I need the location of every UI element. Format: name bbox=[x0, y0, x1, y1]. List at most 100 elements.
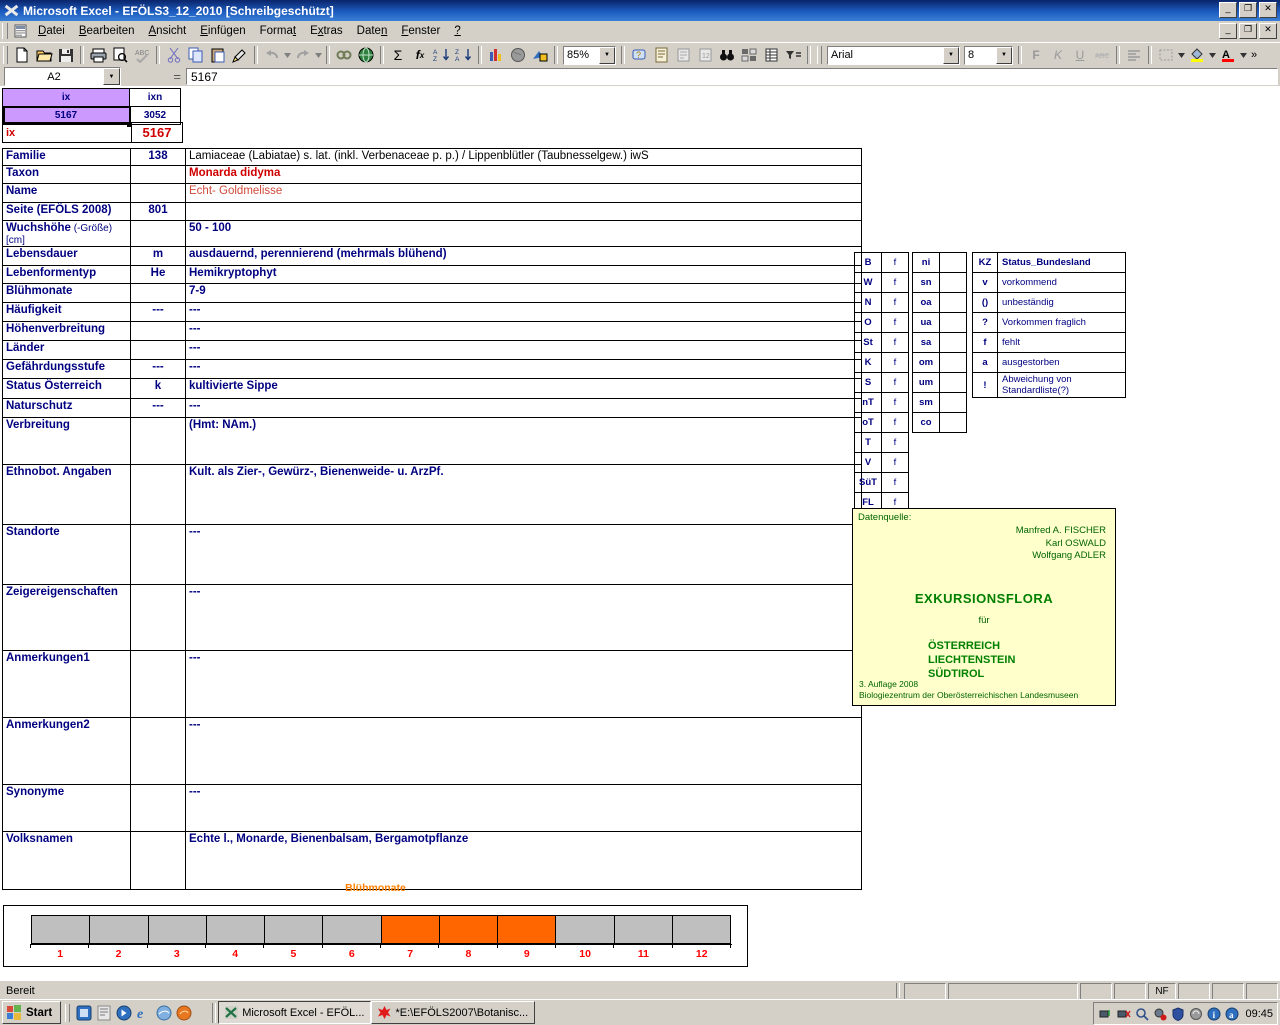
legend-code[interactable]: ! bbox=[972, 372, 998, 398]
fill-color-icon[interactable] bbox=[1186, 45, 1208, 66]
form-icon[interactable] bbox=[672, 45, 694, 66]
legend-code[interactable]: nT bbox=[854, 392, 882, 413]
taskbar-button-excel[interactable]: Microsoft Excel - EFÖL... bbox=[218, 1001, 372, 1024]
internet-explorer-icon[interactable]: e bbox=[134, 1003, 154, 1023]
row-label[interactable]: Name bbox=[2, 183, 131, 203]
legend-code[interactable]: V bbox=[854, 452, 882, 473]
legend-description[interactable]: Abweichung von Standardliste(?) bbox=[997, 372, 1126, 398]
undo-dropdown-icon[interactable] bbox=[283, 45, 292, 66]
info-icon[interactable]: i bbox=[1206, 1006, 1221, 1021]
row-label[interactable]: Verbreitung bbox=[2, 417, 131, 465]
row-code[interactable] bbox=[130, 717, 186, 785]
row-value[interactable] bbox=[185, 202, 862, 221]
media-player-icon[interactable] bbox=[94, 1003, 114, 1023]
row-value[interactable]: --- bbox=[185, 398, 862, 418]
legend-value[interactable]: f bbox=[881, 392, 909, 413]
row-value[interactable]: --- bbox=[185, 359, 862, 379]
row-code[interactable] bbox=[130, 165, 186, 184]
sort-descending-icon[interactable]: ZA bbox=[453, 45, 475, 66]
row-code[interactable] bbox=[130, 650, 186, 718]
legend-value[interactable]: f bbox=[881, 452, 909, 473]
row-value[interactable]: 7-9 bbox=[185, 283, 862, 303]
row-label[interactable]: Lebenformentyp bbox=[2, 265, 131, 284]
worksheet-canvas[interactable]: ix ixn 5167 3052 ix 5167 Familie 138 Lami bbox=[0, 86, 1280, 980]
legend-code[interactable]: SüT bbox=[854, 472, 882, 493]
list-icon[interactable] bbox=[650, 45, 672, 66]
legend-description[interactable]: unbeständig bbox=[997, 292, 1126, 313]
row-value[interactable]: --- bbox=[185, 340, 862, 360]
font-size-combo[interactable]: 8 ▼ bbox=[964, 45, 1013, 65]
legend-code[interactable]: sn bbox=[912, 272, 940, 293]
legend-value[interactable]: f bbox=[881, 252, 909, 273]
row-label[interactable]: Taxon bbox=[2, 165, 131, 184]
legend-code[interactable]: f bbox=[972, 332, 998, 353]
row-value[interactable]: Monarda didyma bbox=[185, 165, 862, 184]
office-assistant-icon[interactable]: ? bbox=[628, 45, 650, 66]
legend-description[interactable]: ausgestorben bbox=[997, 352, 1126, 373]
volume-icon[interactable] bbox=[1188, 1006, 1203, 1021]
print-preview-icon[interactable] bbox=[109, 45, 131, 66]
print-icon[interactable] bbox=[87, 45, 109, 66]
redo-icon[interactable] bbox=[292, 45, 314, 66]
row-label[interactable]: Blühmonate bbox=[2, 283, 131, 303]
font-size-dropdown-icon[interactable]: ▼ bbox=[996, 46, 1012, 64]
row-label[interactable]: Status Österreich bbox=[2, 378, 131, 399]
row-label[interactable]: Synonyme bbox=[2, 784, 131, 832]
legend-value[interactable] bbox=[939, 292, 967, 313]
new-document-icon[interactable] bbox=[11, 45, 33, 66]
taskbar-button-app[interactable]: *E:\EFÖLS2007\Botanisc... bbox=[371, 1001, 536, 1024]
network-disconnected-icon[interactable] bbox=[1116, 1006, 1131, 1021]
menu-item-bearbeiten[interactable]: Bearbeiten bbox=[72, 23, 142, 39]
row-value[interactable]: --- bbox=[185, 302, 862, 322]
legend-code[interactable]: B bbox=[854, 252, 882, 273]
format-painter-icon[interactable] bbox=[229, 45, 251, 66]
row-label[interactable]: Standorte bbox=[2, 524, 131, 585]
sort-ascending-icon[interactable]: AZ bbox=[431, 45, 453, 66]
row-value[interactable]: ausdauernd, perennierend (mehrmals blühe… bbox=[185, 246, 862, 266]
doc-close-button[interactable]: ✕ bbox=[1259, 23, 1277, 39]
zoom-dropdown-icon[interactable]: ▼ bbox=[599, 46, 615, 64]
legend-code[interactable]: T bbox=[854, 432, 882, 453]
legend-code[interactable]: v bbox=[972, 272, 998, 293]
row-value[interactable]: Lamiaceae (Labiatae) s. lat. (inkl. Verb… bbox=[185, 148, 862, 166]
row-value[interactable]: --- bbox=[185, 784, 862, 832]
menu-item-einfuegen[interactable]: Einfügen bbox=[193, 23, 252, 39]
legend-code[interactable]: om bbox=[912, 352, 940, 373]
name-box-dropdown-icon[interactable]: ▼ bbox=[103, 68, 120, 85]
legend-code[interactable]: S bbox=[854, 372, 882, 393]
paste-icon[interactable] bbox=[207, 45, 229, 66]
row-code[interactable] bbox=[130, 584, 186, 651]
row-code[interactable] bbox=[130, 283, 186, 303]
firefox-icon[interactable] bbox=[174, 1003, 194, 1023]
search-icon[interactable] bbox=[1134, 1006, 1149, 1021]
legend-code[interactable]: sm bbox=[912, 392, 940, 413]
row-value[interactable]: --- bbox=[185, 321, 862, 341]
row-label[interactable]: Anmerkungen2 bbox=[2, 717, 131, 785]
menu-grip[interactable] bbox=[2, 23, 8, 39]
save-disk-icon[interactable] bbox=[55, 45, 77, 66]
row-code[interactable] bbox=[130, 417, 186, 465]
restore-button[interactable]: ❐ bbox=[1239, 2, 1257, 18]
legend-code[interactable]: ni bbox=[912, 252, 940, 273]
row-code[interactable] bbox=[130, 784, 186, 832]
borders-icon[interactable] bbox=[1155, 45, 1177, 66]
legend-value[interactable]: f bbox=[881, 432, 909, 453]
name-box[interactable]: A2 ▼ bbox=[4, 67, 121, 86]
map-icon[interactable] bbox=[507, 45, 529, 66]
row-value[interactable]: --- bbox=[185, 650, 862, 718]
row-code[interactable] bbox=[130, 831, 186, 890]
antivirus-icon[interactable] bbox=[1152, 1006, 1167, 1021]
ix-value[interactable]: 5167 bbox=[131, 122, 183, 143]
row-label[interactable]: Naturschutz bbox=[2, 398, 131, 418]
function-icon[interactable]: fx bbox=[409, 45, 431, 66]
legend-code[interactable]: oT bbox=[854, 412, 882, 433]
firewall-icon[interactable] bbox=[1170, 1006, 1185, 1021]
row-code[interactable]: --- bbox=[130, 302, 186, 322]
legend-value[interactable] bbox=[939, 312, 967, 333]
underline-button[interactable]: U bbox=[1069, 45, 1091, 66]
row-label[interactable]: Seite (EFÖLS 2008) bbox=[2, 202, 131, 221]
legend-value[interactable] bbox=[939, 272, 967, 293]
row-label[interactable]: Zeigereigenschaften bbox=[2, 584, 131, 651]
menu-item-datei[interactable]: Datei bbox=[31, 23, 72, 39]
legend-description[interactable]: vorkommend bbox=[997, 272, 1126, 293]
